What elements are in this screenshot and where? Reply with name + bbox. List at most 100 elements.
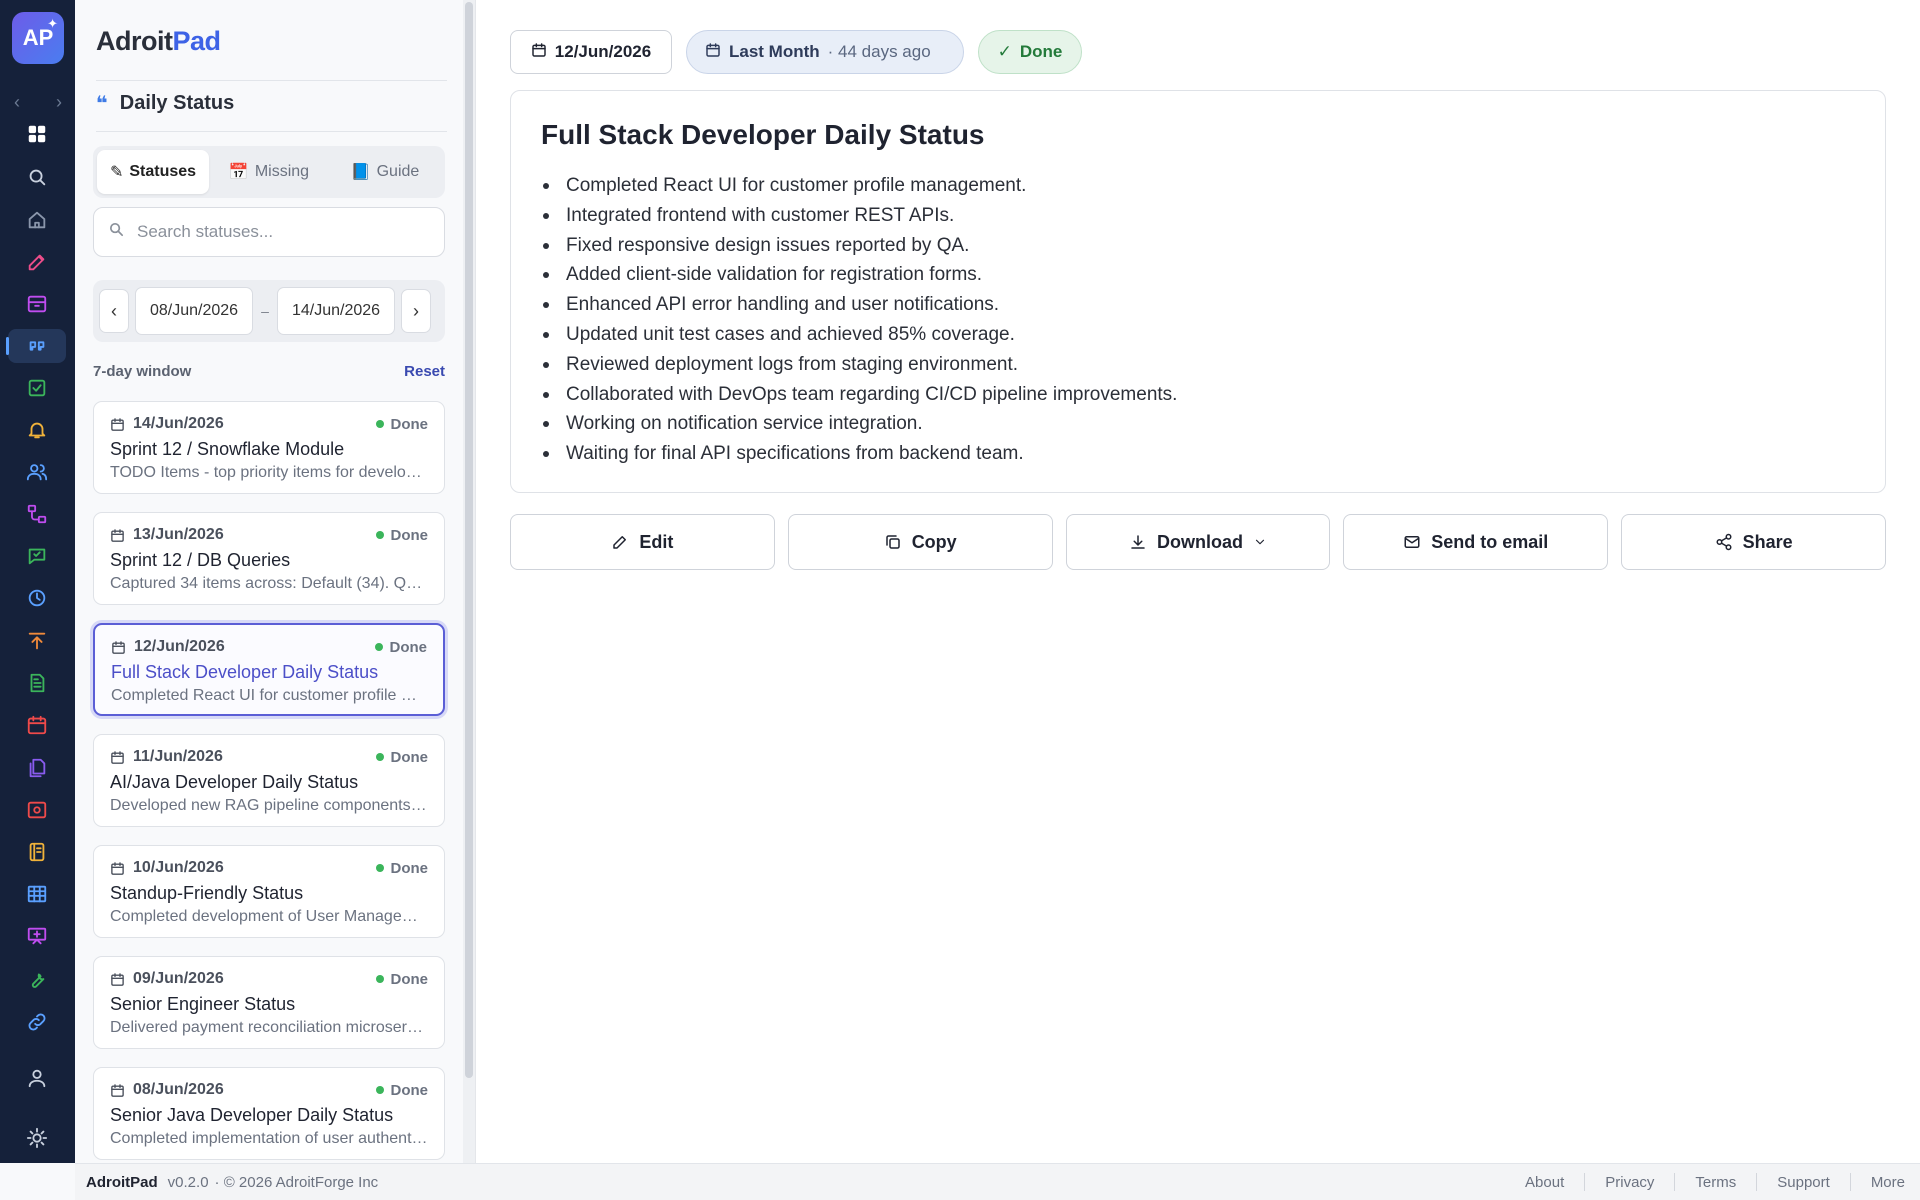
rail-check-square-button[interactable] [8, 371, 66, 405]
footer-link-about[interactable]: About [1505, 1174, 1584, 1191]
status-dot-icon [375, 420, 384, 428]
footer-link-privacy[interactable]: Privacy [1585, 1174, 1674, 1191]
date-chip[interactable]: 12/Jun/2026 [510, 30, 672, 74]
status-chip: ✓ Done [978, 30, 1082, 74]
period-chip: Last Month · 44 days ago [686, 30, 964, 74]
status-list-item[interactable]: 10/Jun/2026 Done Standup-Friendly Status Co… [93, 845, 445, 938]
rail-archive-button[interactable] [8, 287, 66, 321]
rail-user-button[interactable] [8, 1061, 66, 1095]
footer-link-support[interactable]: Support [1757, 1174, 1850, 1191]
rail-table-button[interactable] [8, 877, 66, 911]
rail-files-button[interactable] [8, 751, 66, 785]
tab-icon: ✎ [109, 164, 124, 181]
rail-search-button[interactable] [8, 160, 66, 194]
sidebar-scrollbar[interactable] [463, 0, 475, 1163]
card-summary: Completed React UI for customer profile … [111, 687, 427, 704]
status-list-item[interactable]: 13/Jun/2026 Done Sprint 12 / DB Queries Cap… [93, 512, 445, 605]
status-item: Updated unit test cases and achieved 85%… [541, 320, 1855, 350]
calendar-icon [111, 1083, 124, 1097]
next-week-button[interactable]: › [401, 289, 431, 333]
status-list-item[interactable]: 11/Jun/2026 Done AI/Java Developer Daily S… [93, 734, 445, 827]
copy-button[interactable]: Copy [787, 514, 1053, 570]
back-arrow-icon[interactable]: ‹ [14, 92, 20, 113]
edit-button[interactable]: Edit [510, 514, 775, 570]
card-date-label: 14/Jun/2026 [133, 415, 224, 432]
card-header: 09/Jun/2026 Done [110, 969, 428, 989]
status-detail: 12/Jun/2026 Last Month · 44 days ago ✓ D… [475, 0, 1920, 1163]
rail-document-button[interactable] [8, 666, 66, 700]
footer-links: About Privacy Terms Support More [1505, 1173, 1909, 1191]
rail-bell-button[interactable] [8, 413, 66, 447]
rail-workflow-button[interactable] [8, 497, 66, 531]
rail-grid-button[interactable] [8, 117, 66, 151]
tab-missing[interactable]: 📅 Missing [213, 150, 325, 194]
rail-record-button[interactable] [8, 793, 66, 827]
card-summary: Captured 34 items across: Default (34). … [110, 575, 428, 592]
status-list-item[interactable]: 14/Jun/2026 Done Sprint 12 / Snowflake Mod… [93, 401, 445, 494]
rail-quote-button[interactable] [6, 329, 66, 363]
status-badge: Done [375, 749, 428, 766]
sidebar-tabs: ✎ Statuses 📅 Missing 📘 Guide [93, 146, 445, 198]
rail-link-button[interactable] [8, 1005, 66, 1039]
status-list-item[interactable]: 08/Jun/2026 Done Senior Java Developer Dai… [93, 1067, 445, 1160]
upload-icon [28, 632, 46, 650]
edit-button-label: Edit [639, 531, 674, 552]
card-summary: Completed development of User Management [110, 908, 428, 925]
card-title: Sprint 12 / Snowflake Module [110, 439, 345, 459]
search-input[interactable] [137, 222, 417, 242]
tab-guide[interactable]: 📘 Guide [329, 150, 441, 194]
card-summary: TODO Items - top priority items for deve… [110, 464, 428, 481]
reset-link[interactable]: Reset [404, 363, 445, 380]
range-end-date[interactable]: 14/Jun/2026 [277, 287, 395, 335]
footer-link-terms[interactable]: Terms [1675, 1174, 1756, 1191]
table-icon [27, 885, 47, 903]
card-title: Senior Engineer Status [110, 994, 296, 1014]
status-badge: Done [375, 527, 428, 544]
share-button[interactable]: Share [1621, 514, 1886, 570]
forward-arrow-icon[interactable]: › [56, 92, 62, 113]
card-date-label: 09/Jun/2026 [133, 970, 224, 987]
send-to-email-button[interactable]: Send to email [1343, 514, 1609, 570]
calendar-icon [27, 715, 47, 735]
rail-clock-button[interactable] [8, 581, 66, 615]
rail-sun-button[interactable] [8, 1121, 66, 1155]
tab-statuses[interactable]: ✎ Statuses [97, 150, 209, 194]
bell-icon [28, 422, 46, 439]
download-button[interactable]: Download [1065, 514, 1331, 570]
status-badge: Done [375, 416, 428, 433]
range-start-date[interactable]: 08/Jun/2026 [135, 287, 253, 335]
rail-upload-button[interactable] [8, 624, 66, 658]
calendar-icon [705, 42, 721, 63]
status-dot-icon [374, 643, 383, 651]
card-date-label: 10/Jun/2026 [133, 859, 224, 876]
search-icon [108, 221, 125, 243]
status-list-item[interactable]: 09/Jun/2026 Done Senior Engineer Status Del… [93, 956, 445, 1049]
scrollbar-thumb[interactable] [465, 2, 473, 1078]
card-date: 11/Jun/2026 [110, 748, 223, 766]
files-icon [29, 758, 46, 778]
rail-wrench-button[interactable] [8, 963, 66, 997]
status-badge-label: Done [390, 1081, 429, 1099]
footer-copyright: · © 2026 AdroitForge Inc [214, 1173, 379, 1191]
rail-pencil-button[interactable] [8, 245, 66, 279]
app-logo[interactable]: AP ✦ [12, 12, 64, 64]
rail-calendar-button[interactable] [8, 708, 66, 742]
card-date-label: 13/Jun/2026 [133, 526, 224, 543]
rail-presentation-button[interactable] [8, 919, 66, 953]
rail-home-button[interactable] [8, 203, 66, 237]
card-date-label: 08/Jun/2026 [133, 1081, 224, 1098]
footer-link-more[interactable]: More [1851, 1174, 1909, 1191]
rail-notebook-button[interactable] [8, 835, 66, 869]
status-list-item[interactable]: 12/Jun/2026 Done Full Stack Developer Dail… [93, 623, 445, 716]
range-separator: – [261, 303, 269, 319]
rail-users-button[interactable] [8, 455, 66, 489]
previous-week-button[interactable]: ‹ [99, 289, 129, 333]
card-title: Sprint 12 / DB Queries [110, 550, 291, 570]
icon-rail: AP ✦ ‹ › [0, 0, 75, 1163]
section-title: ❝ Daily Status [96, 91, 234, 116]
status-dot-icon [375, 864, 384, 872]
users-icon [26, 464, 48, 481]
card-header: 08/Jun/2026 Done [110, 1080, 428, 1100]
rail-message-check-button[interactable] [8, 539, 66, 573]
footer-brand: AdroitPad [86, 1173, 158, 1191]
